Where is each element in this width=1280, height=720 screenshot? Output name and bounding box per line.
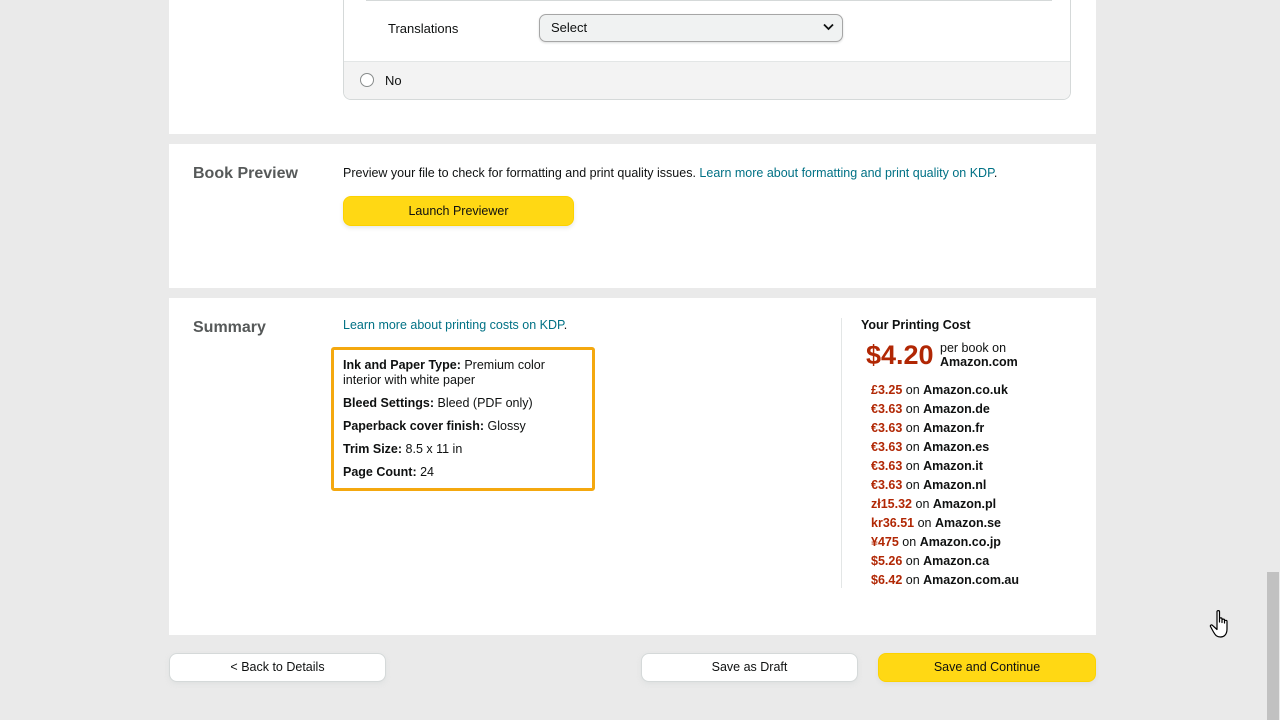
on-word: on — [905, 459, 920, 473]
marketplace-price-row: $6.42 on Amazon.com.au — [871, 571, 1019, 590]
detail-label: Page Count: — [343, 465, 417, 479]
book-preview-title: Book Preview — [193, 165, 298, 182]
on-word: on — [905, 440, 920, 454]
divider — [366, 0, 1052, 1]
marketplace-name: Amazon.ca — [923, 554, 990, 568]
summary-details-box: Ink and Paper Type: Premium color interi… — [331, 347, 595, 491]
marketplace-price: €3.63 — [871, 440, 903, 454]
save-as-draft-button[interactable]: Save as Draft — [641, 653, 858, 682]
marketplace-price: $5.26 — [871, 554, 903, 568]
detail-value: Bleed (PDF only) — [437, 396, 533, 410]
marketplace-price: kr36.51 — [871, 516, 915, 530]
marketplace-price-row: €3.63 on Amazon.it — [871, 457, 1019, 476]
marketplace-price-row: €3.63 on Amazon.nl — [871, 476, 1019, 495]
printing-cost-title: Your Printing Cost — [861, 318, 971, 332]
marketplace-price: €3.63 — [871, 478, 903, 492]
marketplace-price-row: €3.63 on Amazon.fr — [871, 419, 1019, 438]
marketplace-price: $6.42 — [871, 573, 903, 587]
on-word: on — [905, 383, 920, 397]
marketplace-price-row: ¥475 on Amazon.co.jp — [871, 533, 1019, 552]
marketplace-name: Amazon.de — [923, 402, 990, 416]
on-word: on — [905, 421, 920, 435]
on-word: on — [917, 516, 932, 530]
book-preview-description-text: Preview your file to check for formattin… — [343, 166, 696, 180]
marketplace-name: Amazon.it — [923, 459, 983, 473]
detail-value: 8.5 x 11 in — [405, 442, 463, 456]
detail-bleed: Bleed Settings: Bleed (PDF only) — [343, 396, 583, 411]
detail-value: 24 — [420, 465, 434, 479]
translations-select[interactable]: Select — [539, 14, 843, 42]
marketplace-price-row: zł15.32 on Amazon.pl — [871, 495, 1019, 514]
vertical-divider — [841, 318, 842, 588]
learn-printing-cost: Learn more about printing costs on KDP. — [343, 318, 567, 332]
book-preview-description: Preview your file to check for formattin… — [343, 166, 997, 180]
marketplace-name: Amazon.com.au — [923, 573, 1020, 587]
formatting-quality-link[interactable]: Learn more about formatting and print qu… — [699, 166, 993, 180]
chevron-down-icon — [823, 23, 834, 31]
per-book-label: per book on Amazon.com — [940, 341, 1018, 369]
marketplace-price-row: €3.63 on Amazon.es — [871, 438, 1019, 457]
detail-ink-paper: Ink and Paper Type: Premium color interi… — [343, 358, 583, 388]
summary-panel: Summary Learn more about printing costs … — [169, 298, 1096, 635]
marketplace-name: Amazon.fr — [923, 421, 985, 435]
printing-costs-link[interactable]: Learn more about printing costs on KDP — [343, 318, 564, 332]
book-preview-panel: Book Preview Preview your file to check … — [169, 144, 1096, 288]
launch-previewer-button[interactable]: Launch Previewer — [343, 196, 574, 226]
on-word: on — [905, 573, 920, 587]
marketplace-name: Amazon.nl — [923, 478, 987, 492]
marketplace-price-row: £3.25 on Amazon.co.uk — [871, 381, 1019, 400]
on-word: on — [905, 402, 920, 416]
no-option-label: No — [385, 73, 402, 88]
marketplace-name: Amazon.pl — [932, 497, 997, 511]
per-book-text: per book on — [940, 341, 1007, 355]
marketplace-price-row: $5.26 on Amazon.ca — [871, 552, 1019, 571]
detail-label: Ink and Paper Type: — [343, 358, 461, 372]
on-word: on — [905, 554, 920, 568]
no-option-row[interactable]: No — [344, 61, 1070, 99]
detail-cover-finish: Paperback cover finish: Glossy — [343, 419, 583, 434]
link-suffix: . — [563, 318, 568, 332]
marketplace-price-row: kr36.51 on Amazon.se — [871, 514, 1019, 533]
detail-value: Glossy — [487, 419, 526, 433]
hand-cursor-icon — [1209, 610, 1228, 638]
marketplace-price: €3.63 — [871, 421, 903, 435]
content-options-box: Translations Select No — [343, 0, 1071, 100]
marketplace-name: Amazon.se — [934, 516, 1001, 530]
marketplace-name: Amazon.co.jp — [919, 535, 1001, 549]
marketplace-price: zł15.32 — [871, 497, 913, 511]
detail-label: Bleed Settings: — [343, 396, 434, 410]
on-word: on — [905, 478, 920, 492]
detail-trim-size: Trim Size: 8.5 x 11 in — [343, 442, 583, 457]
detail-page-count: Page Count: 24 — [343, 465, 583, 480]
marketplace-price: ¥475 — [871, 535, 899, 549]
main-marketplace: Amazon.com — [940, 355, 1018, 369]
detail-label: Paperback cover finish: — [343, 419, 485, 433]
main-printing-price: $4.20 — [866, 340, 934, 370]
detail-label: Trim Size: — [343, 442, 403, 456]
back-to-details-button[interactable]: < Back to Details — [169, 653, 386, 682]
marketplace-price: €3.63 — [871, 402, 903, 416]
on-word: on — [902, 535, 917, 549]
translations-label: Translations — [388, 21, 459, 36]
summary-title: Summary — [193, 319, 266, 336]
marketplace-price-row: €3.63 on Amazon.de — [871, 400, 1019, 419]
scrollbar-thumb[interactable] — [1267, 572, 1279, 720]
no-radio-button[interactable] — [360, 73, 374, 87]
marketplace-name: Amazon.es — [923, 440, 990, 454]
marketplace-price: £3.25 — [871, 383, 903, 397]
content-options-panel: Translations Select No — [169, 0, 1096, 134]
translations-select-value: Select — [551, 20, 588, 35]
save-and-continue-button[interactable]: Save and Continue — [878, 653, 1096, 682]
link-suffix: . — [993, 166, 998, 180]
marketplace-name: Amazon.co.uk — [923, 383, 1008, 397]
on-word: on — [915, 497, 930, 511]
marketplace-price: €3.63 — [871, 459, 903, 473]
marketplace-price-list: £3.25 on Amazon.co.uk €3.63 on Amazon.de €… — [871, 381, 1019, 590]
